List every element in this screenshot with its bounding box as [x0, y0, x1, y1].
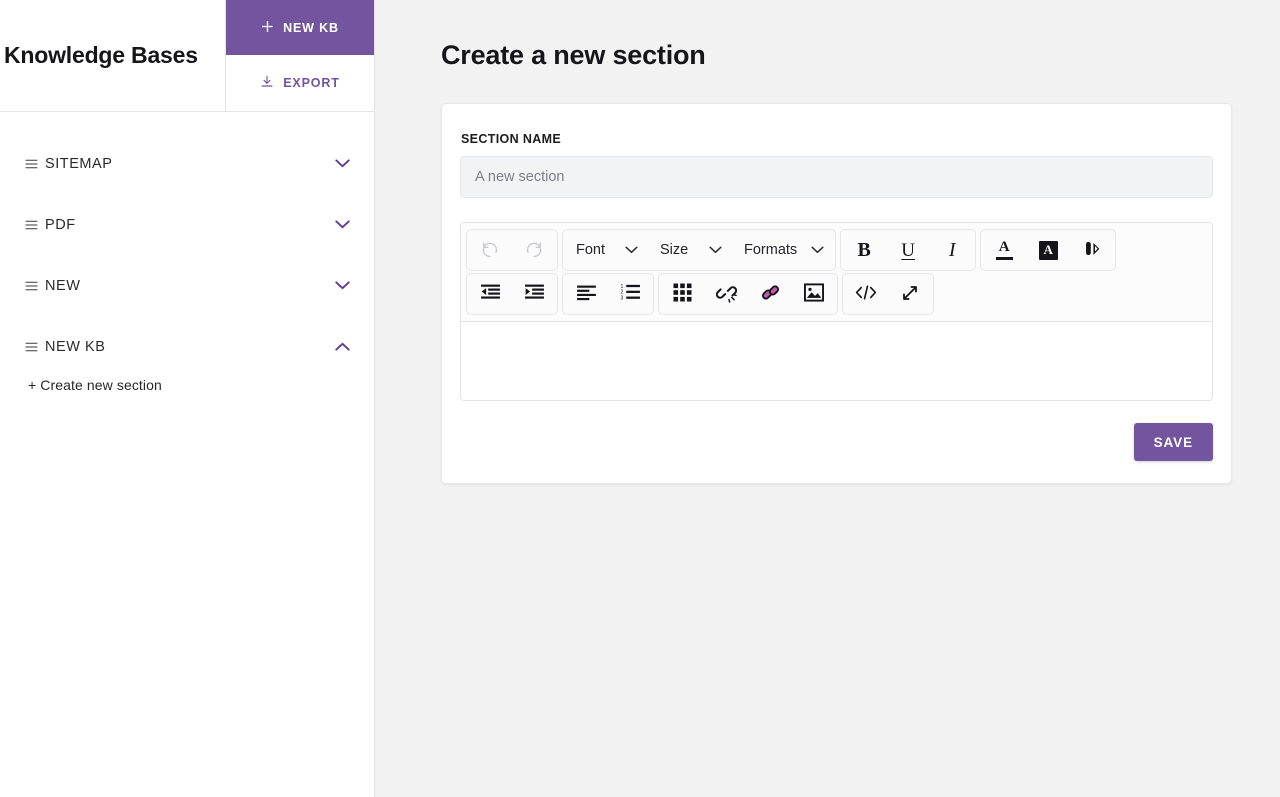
section-name-label: SECTION NAME	[461, 132, 562, 146]
sidebar-item-pdf[interactable]: PDF	[0, 203, 374, 246]
sidebar-item-new[interactable]: NEW	[0, 264, 374, 307]
editor-content-area[interactable]	[461, 322, 1212, 400]
toolbar-group-align-list: 1 2 3	[562, 273, 654, 315]
page-heading-knowledge-bases: Knowledge Bases	[4, 42, 198, 68]
size-select-label: Size	[660, 242, 689, 258]
sidebar-item-label: NEW KB	[45, 338, 106, 355]
formats-select[interactable]: Formats	[732, 231, 834, 269]
text-color-icon: A	[995, 239, 1013, 260]
redo-icon	[524, 239, 544, 262]
chevron-down-icon[interactable]	[333, 159, 351, 168]
drag-handle-icon[interactable]	[23, 281, 39, 291]
font-select[interactable]: Font	[564, 231, 648, 269]
sidebar-item-new-kb[interactable]: NEW KB	[0, 325, 374, 368]
code-icon	[855, 284, 877, 304]
sidebar-item-label: PDF	[45, 216, 76, 233]
indent-button[interactable]	[512, 275, 556, 313]
editor-toolbar: Font Size Formats B U I A A 1 2 3	[461, 223, 1212, 322]
text-color-button[interactable]: A	[982, 231, 1026, 269]
underline-button[interactable]: U	[886, 231, 930, 269]
sidebar-item-sitemap[interactable]: SITEMAP	[0, 142, 374, 185]
undo-icon	[480, 239, 500, 262]
unlink-button[interactable]	[704, 275, 748, 313]
download-icon	[260, 75, 274, 92]
numbered-list-button[interactable]: 1 2 3	[608, 275, 652, 313]
redo-button[interactable]	[512, 231, 556, 269]
fullscreen-button[interactable]	[888, 275, 932, 313]
svg-text:3: 3	[620, 295, 623, 301]
color-palette-icon	[1083, 239, 1102, 261]
chevron-up-icon[interactable]	[333, 342, 351, 351]
page-title: Create a new section	[441, 40, 706, 70]
chevron-down-icon	[811, 246, 824, 254]
insert-table-button[interactable]	[660, 275, 704, 313]
bold-button[interactable]: B	[842, 231, 886, 269]
expand-arrows-icon	[900, 283, 920, 306]
font-select-label: Font	[576, 242, 606, 258]
main-content: Create a new section SECTION NAME A new …	[375, 0, 1280, 797]
rich-text-editor: Font Size Formats B U I A A 1 2 3	[460, 222, 1213, 401]
chevron-down-icon[interactable]	[333, 220, 351, 229]
editor-toolbar-row-1: Font Size Formats B U I A A	[466, 229, 1207, 271]
toolbar-group-color: A A	[980, 229, 1117, 271]
new-kb-button-label: NEW KB	[283, 20, 339, 35]
toolbar-group-history	[466, 229, 558, 271]
italic-icon: I	[948, 239, 956, 261]
create-section-card: SECTION NAME A new section Font Size For…	[441, 103, 1232, 484]
formats-select-label: Formats	[744, 242, 798, 258]
align-left-button[interactable]	[564, 275, 608, 313]
drag-handle-icon[interactable]	[23, 342, 39, 352]
drag-handle-icon[interactable]	[23, 159, 39, 169]
section-name-input[interactable]	[460, 156, 1213, 198]
drag-handle-icon[interactable]	[23, 220, 39, 230]
export-button[interactable]: EXPORT	[226, 55, 374, 111]
chevron-down-icon	[625, 246, 638, 254]
italic-button[interactable]: I	[930, 231, 974, 269]
editor-toolbar-row-2: 1 2 3	[466, 273, 1207, 315]
save-button[interactable]: SAVE	[1133, 423, 1213, 461]
outdent-button[interactable]	[468, 275, 512, 313]
outdent-icon	[480, 284, 501, 304]
numbered-list-icon: 1 2 3	[620, 284, 641, 304]
indent-icon	[524, 284, 545, 304]
background-color-button[interactable]: A	[1026, 231, 1070, 269]
toolbar-group-insert	[658, 273, 838, 315]
align-left-icon	[576, 285, 597, 304]
sidebar-item-label: SITEMAP	[45, 155, 113, 172]
size-select[interactable]: Size	[648, 231, 732, 269]
sidebar-nav: SITEMAP PDF NEW NEW KB + Create new sect…	[0, 112, 374, 395]
app-root: Knowledge Bases NEW KB EXPORT SITEMAP PD…	[0, 0, 1280, 797]
toolbar-group-indent	[466, 273, 558, 315]
table-grid-icon	[673, 283, 692, 305]
new-kb-button[interactable]: NEW KB	[226, 0, 374, 55]
sidebar-item-label: NEW	[45, 277, 81, 294]
toolbar-group-style: B U I	[840, 229, 977, 271]
bold-icon: B	[857, 239, 871, 261]
card-footer: SAVE	[460, 401, 1213, 461]
sidebar-header-actions: NEW KB EXPORT	[225, 0, 374, 111]
toolbar-group-view	[842, 273, 934, 315]
sidebar-subitems: + Create new section	[0, 377, 374, 395]
insert-link-button[interactable]	[748, 275, 792, 313]
export-button-label: EXPORT	[283, 76, 340, 90]
insert-image-button[interactable]	[792, 275, 836, 313]
image-icon	[804, 283, 824, 305]
sidebar: Knowledge Bases NEW KB EXPORT SITEMAP PD…	[0, 0, 375, 797]
background-color-icon: A	[1038, 240, 1058, 260]
chevron-down-icon	[709, 246, 722, 254]
chevron-down-icon[interactable]	[333, 281, 351, 290]
undo-button[interactable]	[468, 231, 512, 269]
underline-icon: U	[901, 239, 916, 261]
toolbar-group-typography: Font Size Formats	[562, 229, 837, 271]
link-icon	[760, 282, 781, 306]
plus-icon	[261, 20, 274, 36]
create-new-section-link[interactable]: + Create new section	[28, 377, 162, 393]
sidebar-header: Knowledge Bases NEW KB EXPORT	[0, 0, 374, 112]
source-code-button[interactable]	[844, 275, 888, 313]
unlink-icon	[715, 282, 737, 306]
color-picker-button[interactable]	[1070, 231, 1114, 269]
